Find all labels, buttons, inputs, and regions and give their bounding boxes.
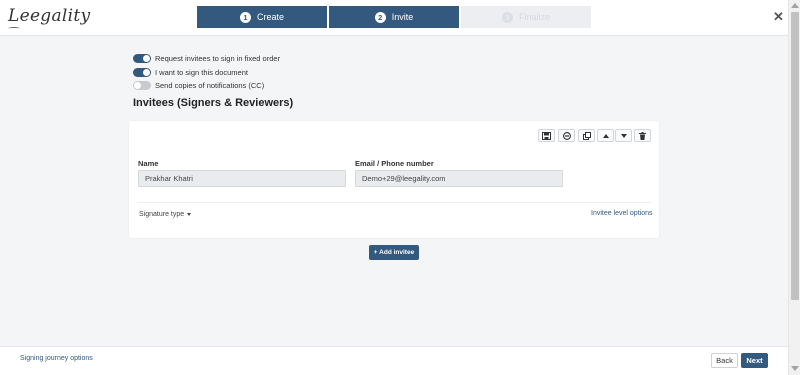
cc-notifications-toggle[interactable] bbox=[133, 81, 151, 90]
invitee-level-options-link[interactable]: Invitee level options bbox=[591, 210, 652, 217]
remove-circle-icon[interactable] bbox=[558, 129, 575, 142]
move-down-icon[interactable] bbox=[615, 129, 632, 142]
invitees-section-title: Invitees (Signers & Reviewers) bbox=[133, 97, 294, 109]
copy-icon[interactable] bbox=[578, 129, 595, 142]
step-label: Create bbox=[256, 12, 284, 22]
fixed-order-toggle[interactable] bbox=[133, 54, 151, 63]
move-up-icon[interactable] bbox=[597, 129, 614, 142]
next-button[interactable]: Next bbox=[741, 353, 768, 368]
fixed-order-toggle-row: Request invitees to sign in fixed order bbox=[133, 54, 280, 63]
toggle-knob bbox=[134, 82, 141, 89]
scrollbar-thumb[interactable] bbox=[791, 12, 799, 300]
caret-down-icon bbox=[187, 213, 192, 216]
leegality-logo[interactable]: Leegality bbox=[8, 6, 90, 26]
email-label: Email / Phone number bbox=[355, 159, 434, 168]
bottom-footer bbox=[0, 346, 788, 375]
self-sign-toggle[interactable] bbox=[133, 68, 151, 77]
close-icon[interactable]: ✕ bbox=[773, 10, 784, 24]
step-number-badge: 1 bbox=[239, 11, 251, 23]
step-label: Invite bbox=[391, 12, 414, 22]
self-sign-label: I want to sign this document bbox=[155, 68, 248, 77]
name-input[interactable]: Prakhar Khatri bbox=[138, 170, 346, 187]
scroll-down-arrow-icon[interactable] bbox=[791, 366, 799, 371]
scroll-up-arrow-icon[interactable] bbox=[791, 3, 799, 8]
page-scrollbar[interactable] bbox=[788, 0, 800, 375]
step-finalize: 3 Finalize bbox=[461, 6, 591, 28]
cc-notifications-label: Send copies of notifications (CC) bbox=[155, 81, 265, 90]
toggle-knob bbox=[143, 55, 150, 62]
signature-type-dropdown[interactable]: Signature type bbox=[139, 211, 192, 218]
trash-icon[interactable] bbox=[634, 129, 651, 142]
add-invitee-button[interactable]: + Add invitee bbox=[369, 245, 419, 260]
signing-journey-options-link[interactable]: Signing journey options bbox=[20, 355, 93, 362]
step-invite[interactable]: 2 Invite bbox=[329, 6, 459, 28]
back-button[interactable]: Back bbox=[711, 353, 738, 368]
save-template-icon[interactable] bbox=[538, 129, 555, 142]
name-label: Name bbox=[138, 159, 159, 168]
step-number-badge: 3 bbox=[501, 11, 513, 23]
step-label: Finalize bbox=[518, 12, 550, 22]
step-number-badge: 2 bbox=[374, 11, 386, 23]
step-create[interactable]: 1 Create bbox=[197, 6, 327, 28]
card-divider bbox=[137, 202, 651, 203]
toggle-knob bbox=[143, 69, 150, 76]
cc-notifications-toggle-row: Send copies of notifications (CC) bbox=[133, 81, 264, 90]
logo-flourish bbox=[8, 27, 20, 30]
email-input[interactable]: Demo+29@leegality.com bbox=[355, 170, 563, 187]
fixed-order-label: Request invitees to sign in fixed order bbox=[155, 54, 281, 63]
signature-type-label: Signature type bbox=[139, 211, 185, 218]
self-sign-toggle-row: I want to sign this document bbox=[133, 68, 248, 77]
